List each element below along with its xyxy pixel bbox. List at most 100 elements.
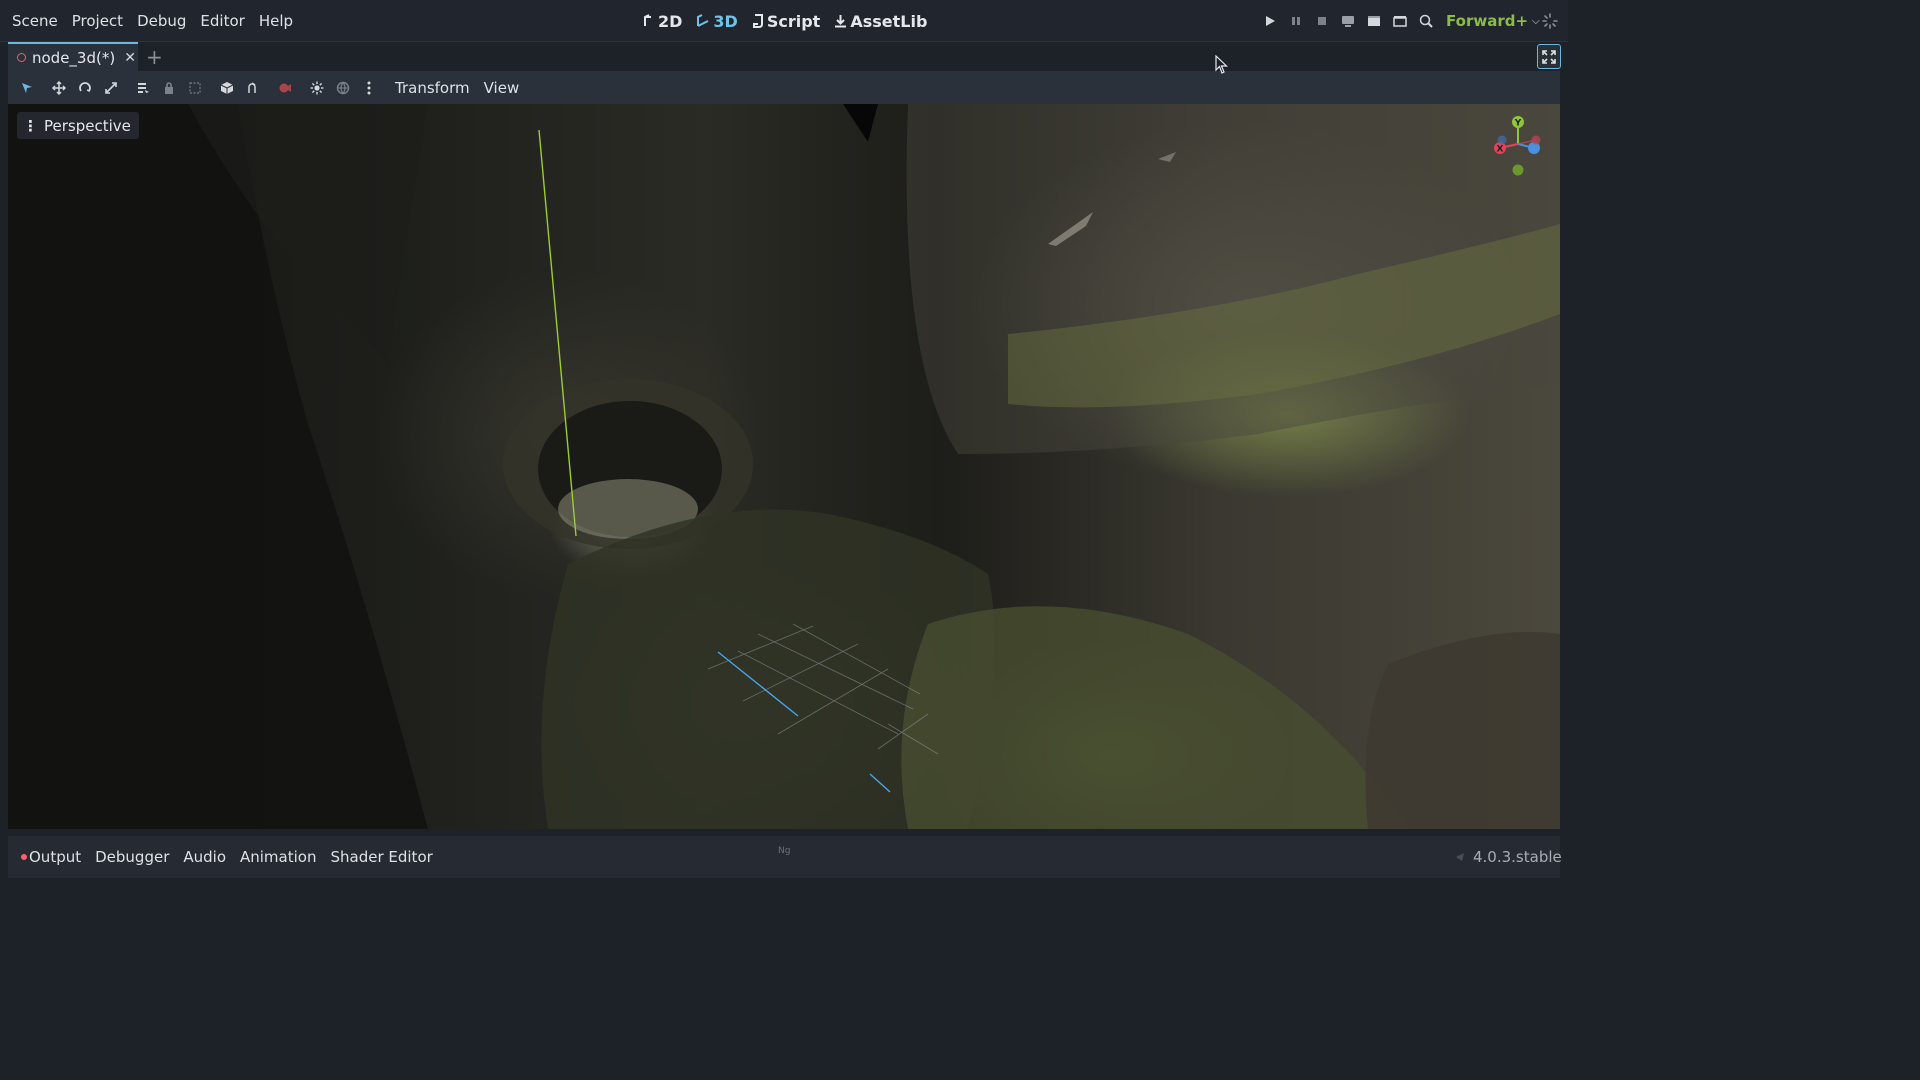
pause-button[interactable] <box>1283 8 1309 34</box>
move-tool-icon <box>52 80 66 95</box>
more-options-button[interactable] <box>356 75 382 101</box>
renderer-label: Forward+ <box>1446 12 1529 30</box>
perspective-label: Perspective <box>44 116 131 135</box>
scene-tab-label: node_3d(*) <box>32 48 116 67</box>
workspace-assetlib-button[interactable]: AssetLib <box>827 12 934 31</box>
lock-icon <box>165 81 173 94</box>
play-scene-button[interactable] <box>1361 8 1387 34</box>
menu-project[interactable]: Project <box>65 12 130 30</box>
main-menu: Scene Project Debug Editor Help <box>5 0 300 42</box>
plus-icon[interactable]: + <box>146 45 163 69</box>
pause-icon <box>1292 17 1300 25</box>
mouse-cursor-icon <box>1215 55 1228 74</box>
scale-tool-icon <box>105 81 117 94</box>
run-controls <box>1257 0 1439 42</box>
scene-tabs-bar: node_3d(*) ✕ + <box>8 42 1560 71</box>
2d-workspace-icon <box>644 14 651 26</box>
play-icon <box>1266 16 1275 26</box>
bottom-panel-tabs: Output Debugger Audio Animation Shader E… <box>8 836 1560 878</box>
3d-viewport[interactable]: ⋮ Perspective Y X <box>8 104 1560 829</box>
error-indicator-icon <box>21 854 27 860</box>
panel-center-label: Ng <box>778 846 791 856</box>
tab-shader-editor[interactable]: Shader Editor <box>323 848 439 866</box>
workspace-3d-button[interactable]: 3D <box>689 12 744 31</box>
close-icon[interactable]: ✕ <box>124 50 136 66</box>
movie-maker-icon <box>1419 14 1433 28</box>
local-space-icon <box>248 81 256 93</box>
stop-button[interactable] <box>1309 8 1335 34</box>
sun-icon <box>310 81 324 94</box>
snap-button[interactable] <box>214 75 240 101</box>
group-button[interactable] <box>182 75 208 101</box>
scene-tab[interactable]: node_3d(*) ✕ <box>8 42 138 71</box>
assetlib-workspace-icon <box>835 15 847 28</box>
play-button[interactable] <box>1257 8 1283 34</box>
perspective-menu-button[interactable]: ⋮ Perspective <box>17 112 139 139</box>
gizmo-neg-z-axis[interactable] <box>1497 135 1507 145</box>
menu-debug[interactable]: Debug <box>130 12 193 30</box>
tab-debugger[interactable]: Debugger <box>88 848 176 866</box>
workspace-script-button[interactable]: Script <box>745 12 827 31</box>
group-icon <box>189 81 201 94</box>
menu-editor[interactable]: Editor <box>193 12 251 30</box>
rotate-tool-button[interactable] <box>72 75 98 101</box>
tab-animation[interactable]: Animation <box>233 848 323 866</box>
environment-icon <box>336 81 350 94</box>
camera-preview-icon <box>279 83 291 92</box>
movie-maker-button[interactable] <box>1413 8 1439 34</box>
snap-icon <box>220 81 234 94</box>
version-icon <box>1456 853 1464 861</box>
stop-icon <box>1318 17 1326 25</box>
remote-debug-icon <box>1342 16 1354 27</box>
workspace-switcher: 2D 3D Script AssetLib <box>636 0 934 42</box>
tab-audio[interactable]: Audio <box>176 848 233 866</box>
unsaved-indicator-icon <box>17 53 26 62</box>
script-workspace-icon <box>752 14 763 28</box>
select-tool-icon <box>22 82 32 93</box>
list-select-button[interactable] <box>130 75 156 101</box>
play-scene-icon <box>1368 16 1380 26</box>
expand-icon <box>1542 49 1556 64</box>
view-menu[interactable]: View <box>477 79 527 97</box>
kebab-menu-icon: ⋮ <box>23 116 38 135</box>
top-menu-bar: Scene Project Debug Editor Help 2D 3D Sc… <box>0 0 1568 42</box>
more-options-icon <box>367 81 371 94</box>
play-custom-scene-icon <box>1393 16 1407 27</box>
gizmo-y-label: Y <box>1514 119 1522 129</box>
environment-toggle-button[interactable] <box>330 75 356 101</box>
move-tool-button[interactable] <box>46 75 72 101</box>
chevron-down-icon: ⌵ <box>1532 15 1540 27</box>
gizmo-neg-y-axis[interactable] <box>1512 164 1524 176</box>
sun-toggle-button[interactable] <box>304 75 330 101</box>
renderer-select[interactable]: Forward+ ⌵ <box>1446 0 1540 42</box>
version-label: 4.0.3.stable <box>1473 848 1562 866</box>
tab-output-label: Output <box>29 848 82 866</box>
transform-menu[interactable]: Transform <box>388 79 477 97</box>
lock-button[interactable] <box>156 75 182 101</box>
workspace-script-label: Script <box>766 11 821 31</box>
tab-output[interactable]: Output <box>14 848 88 866</box>
menu-help[interactable]: Help <box>252 12 300 30</box>
list-select-icon <box>138 82 149 93</box>
update-spinner-icon <box>1542 13 1558 29</box>
axis-gizmo[interactable]: Y X <box>1484 110 1554 180</box>
select-tool-button[interactable] <box>14 75 40 101</box>
workspace-2d-button[interactable]: 2D <box>636 12 689 31</box>
gizmo-neg-x-axis[interactable] <box>1531 135 1541 145</box>
cave-scene-render <box>8 104 1560 829</box>
menu-scene[interactable]: Scene <box>5 12 65 30</box>
play-custom-scene-button[interactable] <box>1387 8 1413 34</box>
distraction-free-button[interactable] <box>1537 44 1561 69</box>
3d-workspace-icon <box>697 14 709 27</box>
scale-tool-button[interactable] <box>98 75 124 101</box>
gizmo-x-label: X <box>1497 145 1504 155</box>
rotate-tool-icon <box>79 81 91 92</box>
camera-preview-button[interactable] <box>272 75 298 101</box>
local-space-button[interactable] <box>240 75 266 101</box>
workspace-assetlib-label: AssetLib <box>850 11 928 31</box>
workspace-3d-label: 3D <box>713 11 738 31</box>
viewport-toolbar: Transform View <box>8 71 1560 104</box>
remote-debug-button[interactable] <box>1335 8 1361 34</box>
workspace-2d-label: 2D <box>658 11 683 31</box>
version-info: 4.0.3.stable <box>1455 836 1562 878</box>
